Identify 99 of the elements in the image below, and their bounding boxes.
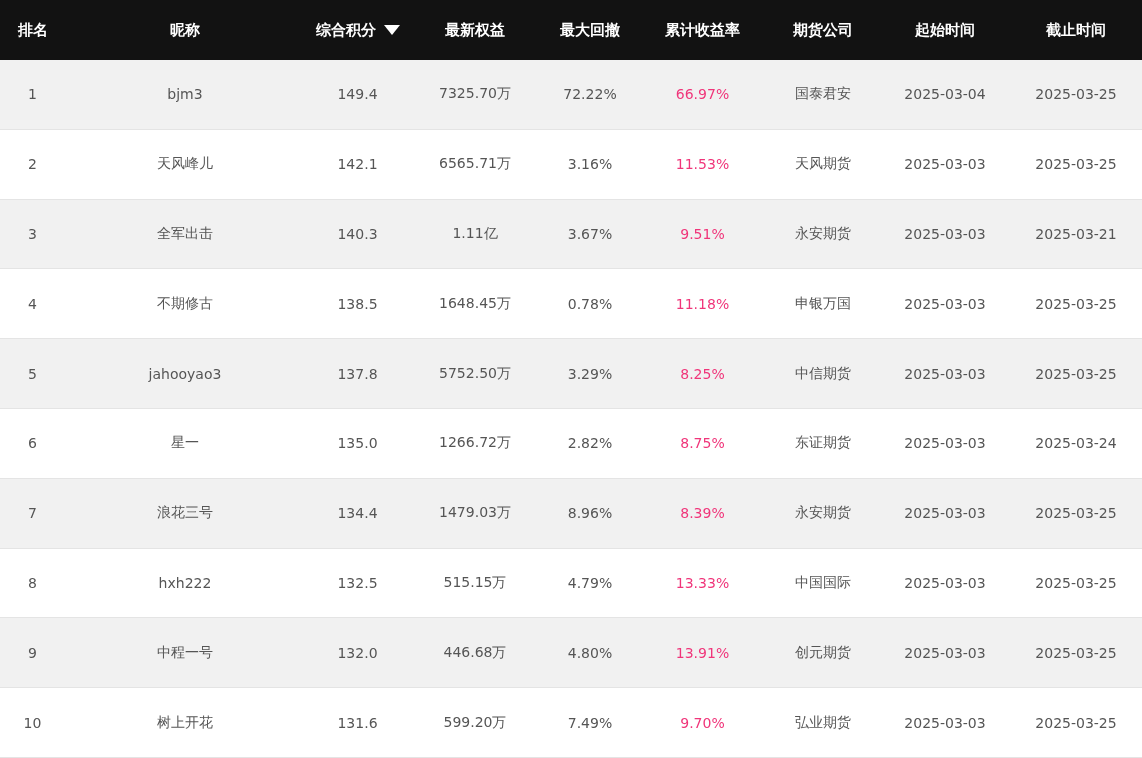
- rank-cell: 10: [23, 714, 42, 731]
- drawdown-cell: 3.29%: [567, 365, 613, 382]
- rank-cell: 1: [28, 86, 37, 103]
- broker-cell: 弘业期货: [794, 713, 851, 732]
- column-header: 期货公司: [792, 20, 853, 40]
- return-cell: 8.75%: [680, 435, 725, 452]
- end-date-cell: 2025-03-25: [1035, 644, 1117, 661]
- score-cell: 149.4: [337, 86, 378, 103]
- return-cell: 13.91%: [675, 644, 730, 661]
- end-date-cell: 2025-03-25: [1035, 295, 1117, 312]
- broker-cell: 永安期货: [794, 504, 851, 523]
- drawdown-cell: 3.67%: [567, 226, 613, 242]
- column-header[interactable]: 综合积分: [315, 20, 400, 40]
- rank-cell: 4: [28, 295, 37, 312]
- column-header: 排名: [17, 20, 48, 40]
- broker-cell: 创元期货: [794, 643, 851, 662]
- broker-cell: 中信期货: [794, 364, 851, 383]
- return-cell: 9.51%: [680, 226, 725, 242]
- column-header: 累计收益率: [665, 20, 740, 40]
- end-date-cell: 2025-03-25: [1035, 86, 1117, 103]
- nickname-cell: 中程一号: [157, 643, 213, 662]
- drawdown-cell: 7.49%: [567, 714, 613, 731]
- drawdown-cell: 8.96%: [567, 505, 613, 522]
- score-cell: 132.0: [337, 644, 378, 661]
- nickname-cell: 不期修古: [157, 294, 213, 313]
- rank-cell: 3: [28, 226, 37, 242]
- drawdown-cell: 4.80%: [567, 644, 613, 661]
- equity-cell: 515.15万: [443, 573, 507, 592]
- start-date-cell: 2025-03-03: [904, 714, 986, 731]
- start-date-cell: 2025-03-04: [904, 86, 986, 103]
- drawdown-cell: 2.82%: [567, 435, 613, 452]
- equity-cell: 7325.70万: [439, 85, 511, 104]
- column-header: 起始时间: [915, 20, 975, 40]
- rank-cell: 5: [28, 365, 37, 382]
- nickname-cell: 全军出击: [157, 225, 213, 243]
- rank-cell: 8: [28, 574, 37, 591]
- column-header: 截止时间: [1046, 20, 1106, 40]
- equity-cell: 6565.71万: [439, 155, 511, 174]
- broker-cell: 东证期货: [794, 434, 851, 453]
- end-date-cell: 2025-03-21: [1035, 226, 1117, 242]
- return-cell: 8.39%: [680, 505, 725, 522]
- broker-cell: 中国国际: [794, 573, 851, 592]
- nickname-cell: bjm3: [167, 86, 203, 103]
- equity-cell: 599.20万: [443, 713, 507, 732]
- score-cell: 137.8: [337, 365, 378, 382]
- nickname-cell: 浪花三号: [157, 504, 213, 523]
- score-cell: 132.5: [337, 574, 378, 591]
- nickname-cell: hxh222: [158, 574, 212, 591]
- column-header: 最大回撤: [560, 20, 620, 40]
- start-date-cell: 2025-03-03: [904, 295, 986, 312]
- end-date-cell: 2025-03-25: [1035, 156, 1117, 173]
- end-date-cell: 2025-03-25: [1035, 505, 1117, 522]
- score-cell: 131.6: [337, 714, 378, 731]
- equity-cell: 1266.72万: [439, 434, 511, 453]
- end-date-cell: 2025-03-25: [1035, 365, 1117, 382]
- score-cell: 140.3: [337, 226, 378, 242]
- rank-cell: 9: [28, 644, 37, 661]
- score-cell: 138.5: [337, 295, 378, 312]
- end-date-cell: 2025-03-25: [1035, 574, 1117, 591]
- nickname-cell: 星一: [171, 434, 199, 453]
- return-cell: 11.18%: [675, 295, 730, 312]
- score-cell: 135.0: [337, 435, 378, 452]
- broker-cell: 国泰君安: [794, 85, 851, 104]
- return-cell: 9.70%: [680, 714, 725, 731]
- start-date-cell: 2025-03-03: [904, 644, 986, 661]
- start-date-cell: 2025-03-03: [904, 574, 986, 591]
- nickname-cell: jahooyao3: [148, 365, 222, 382]
- drawdown-cell: 0.78%: [567, 295, 613, 312]
- equity-cell: 1648.45万: [439, 294, 511, 313]
- end-date-cell: 2025-03-24: [1035, 435, 1117, 452]
- start-date-cell: 2025-03-03: [904, 435, 986, 452]
- score-cell: 142.1: [337, 156, 378, 173]
- equity-cell: 1.11亿: [452, 225, 498, 243]
- start-date-cell: 2025-03-03: [904, 226, 986, 242]
- equity-cell: 446.68万: [443, 643, 507, 662]
- score-cell: 134.4: [337, 505, 378, 522]
- return-cell: 66.97%: [675, 86, 730, 103]
- return-cell: 11.53%: [675, 156, 730, 173]
- nickname-cell: 树上开花: [157, 713, 213, 732]
- start-date-cell: 2025-03-03: [904, 365, 986, 382]
- column-header: 最新权益: [445, 20, 505, 40]
- drawdown-cell: 4.79%: [567, 574, 613, 591]
- rank-cell: 7: [28, 505, 37, 522]
- end-date-cell: 2025-03-25: [1035, 714, 1117, 731]
- equity-cell: 5752.50万: [439, 364, 511, 383]
- return-cell: 8.25%: [680, 365, 725, 382]
- column-header: 昵称: [170, 20, 200, 40]
- drawdown-cell: 72.22%: [563, 86, 617, 103]
- broker-cell: 永安期货: [794, 225, 851, 243]
- start-date-cell: 2025-03-03: [904, 505, 986, 522]
- rank-cell: 6: [28, 435, 37, 452]
- broker-cell: 天风期货: [794, 155, 851, 174]
- start-date-cell: 2025-03-03: [904, 156, 986, 173]
- rank-cell: 2: [28, 156, 37, 173]
- broker-cell: 申银万国: [794, 294, 851, 313]
- return-cell: 13.33%: [675, 574, 730, 591]
- nickname-cell: 天风峰儿: [157, 155, 213, 174]
- equity-cell: 1479.03万: [439, 504, 511, 523]
- drawdown-cell: 3.16%: [567, 156, 613, 173]
